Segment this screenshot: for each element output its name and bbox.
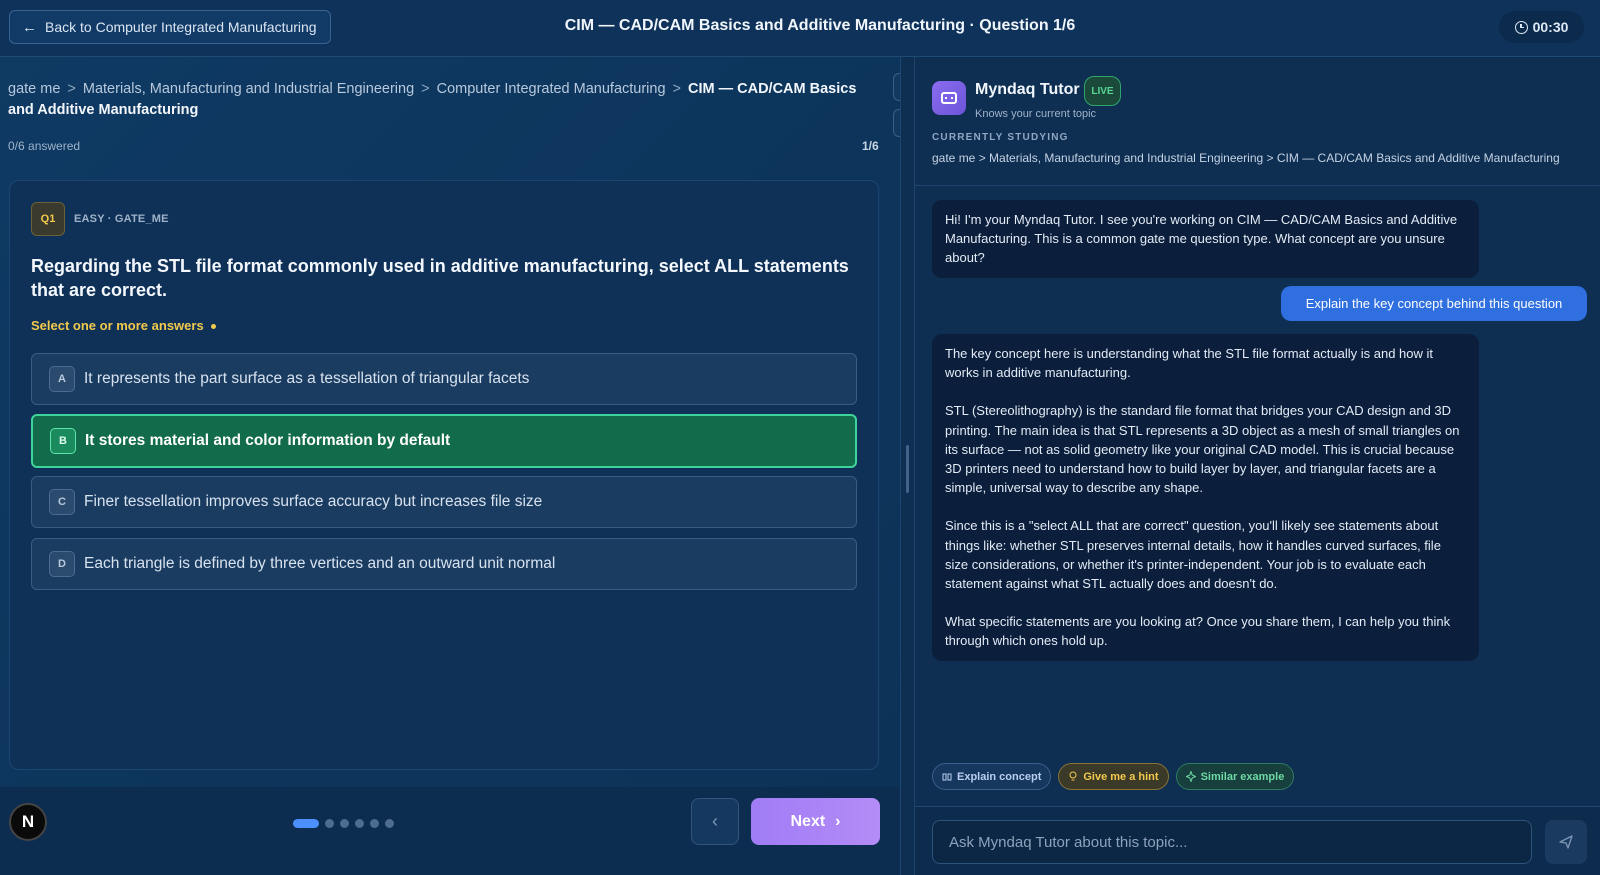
question-navigation: N ‹ Next ›: [0, 787, 900, 875]
timer: 00:30: [1499, 11, 1584, 43]
tutor-subtitle: Knows your current topic: [975, 108, 1097, 120]
tutor-message-paragraph: STL (Stereolithography) is the standard …: [945, 403, 1460, 496]
tutor-message-paragraph: Since this is a "select ALL that are cor…: [945, 518, 1441, 592]
clock-icon: [1514, 20, 1528, 34]
breadcrumb-item[interactable]: Materials, Manufacturing and Industrial …: [83, 81, 414, 97]
question-card: Q1 EASY · GATE_ME Regarding the STL file…: [9, 180, 879, 770]
question-counter: 1/6: [862, 139, 879, 153]
sparkle-icon: [1185, 771, 1196, 782]
back-button-label: Back to Computer Integrated Manufacturin…: [45, 19, 317, 35]
live-badge: LIVE: [1084, 76, 1121, 106]
arrow-left-icon: ←: [22, 18, 37, 36]
user-message: Explain the key concept behind this ques…: [1281, 286, 1587, 321]
option-letter: B: [50, 428, 76, 454]
option-letter: D: [49, 551, 75, 577]
breadcrumb-item[interactable]: Computer Integrated Manufacturing: [437, 81, 666, 97]
chat-input[interactable]: [932, 820, 1532, 864]
question-progress-dots: [293, 819, 394, 828]
select-hint-text: Select one or more answers: [31, 318, 204, 333]
tutor-message: Hi! I'm your Myndaq Tutor. I see you're …: [932, 200, 1479, 278]
similar-example-chip[interactable]: Similar example: [1175, 763, 1295, 790]
tutor-header: Myndaq Tutor LIVE Knows your current top…: [915, 57, 1600, 186]
next-button[interactable]: Next ›: [751, 798, 880, 845]
option-text: It stores material and color information…: [85, 432, 451, 449]
option-letter: C: [49, 489, 75, 515]
answered-count: 0/6 answered: [8, 139, 81, 153]
book-icon: [942, 773, 952, 780]
progress-dot[interactable]: [385, 819, 394, 828]
resize-grip-icon: [906, 445, 909, 493]
chevron-left-icon: ‹: [712, 811, 718, 831]
quick-actions: Explain concept Give me a hint Similar e…: [932, 763, 1295, 790]
progress-dot[interactable]: [293, 819, 319, 828]
progress-dot[interactable]: [355, 819, 364, 828]
hint-chip[interactable]: Give me a hint: [1058, 763, 1169, 790]
chevron-right-icon: ›: [835, 812, 841, 830]
option-text: It represents the part surface as a tess…: [84, 370, 530, 387]
question-difficulty: EASY · GATE_ME: [74, 213, 169, 225]
chip-label: Give me a hint: [1083, 770, 1159, 783]
option-text: Finer tessellation improves surface accu…: [84, 493, 543, 510]
tutor-name: Myndaq Tutor: [975, 81, 1080, 98]
breadcrumb-item[interactable]: gate me: [8, 81, 60, 97]
progress-dot[interactable]: [325, 819, 334, 828]
tutor-message: The key concept here is understanding wh…: [932, 334, 1479, 661]
user-avatar[interactable]: N: [9, 803, 47, 841]
page-title: CIM — CAD/CAM Basics and Additive Manufa…: [564, 17, 1076, 34]
option-letter: A: [49, 366, 75, 392]
chat-input-bar: [915, 806, 1600, 875]
send-icon: [1559, 835, 1573, 849]
question-number-badge: Q1: [31, 202, 65, 236]
lightbulb-icon: [1069, 771, 1077, 781]
currently-studying-path: gate me > Materials, Manufacturing and I…: [932, 151, 1560, 165]
answer-option-d[interactable]: D Each triangle is defined by three vert…: [31, 538, 857, 590]
chip-label: Explain concept: [957, 770, 1042, 783]
breadcrumb-separator: >: [672, 81, 681, 97]
answer-option-c[interactable]: C Finer tessellation improves surface ac…: [31, 476, 857, 528]
tutor-message-paragraph: What specific statements are you looking…: [945, 614, 1451, 649]
top-bar: ← Back to Computer Integrated Manufactur…: [0, 0, 1600, 57]
currently-studying-label: CURRENTLY STUDYING: [932, 132, 1069, 143]
question-panel: gate me > Materials, Manufacturing and Ind…: [0, 57, 923, 875]
tutor-message-paragraph: The key concept here is understanding wh…: [945, 346, 1434, 381]
breadcrumb: gate me > Materials, Manufacturing and Ind…: [8, 79, 878, 121]
chip-label: Similar example: [1200, 770, 1285, 783]
breadcrumb-separator: >: [67, 81, 76, 97]
explain-concept-chip[interactable]: Explain concept: [932, 763, 1052, 790]
tutor-panel: Myndaq Tutor LIVE Knows your current top…: [915, 57, 1600, 875]
timer-value: 00:30: [1532, 19, 1569, 35]
previous-button[interactable]: ‹: [691, 798, 739, 845]
back-button[interactable]: ← Back to Computer Integrated Manufactur…: [9, 10, 331, 44]
progress-dot[interactable]: [340, 819, 349, 828]
option-text: Each triangle is defined by three vertic…: [84, 555, 556, 572]
send-button[interactable]: [1545, 820, 1587, 864]
select-hint: Select one or more answers: [31, 318, 216, 333]
answer-option-a[interactable]: A It represents the part surface as a te…: [31, 353, 857, 405]
next-button-label: Next: [790, 812, 826, 830]
answer-option-b[interactable]: B It stores material and color informati…: [31, 414, 857, 468]
progress-dot[interactable]: [370, 819, 379, 828]
required-dot-icon: [210, 324, 216, 330]
breadcrumb-separator: >: [421, 81, 430, 97]
question-text: Regarding the STL file format commonly u…: [31, 256, 849, 300]
panel-resize-handle[interactable]: [900, 57, 915, 875]
robot-icon: [932, 81, 966, 115]
